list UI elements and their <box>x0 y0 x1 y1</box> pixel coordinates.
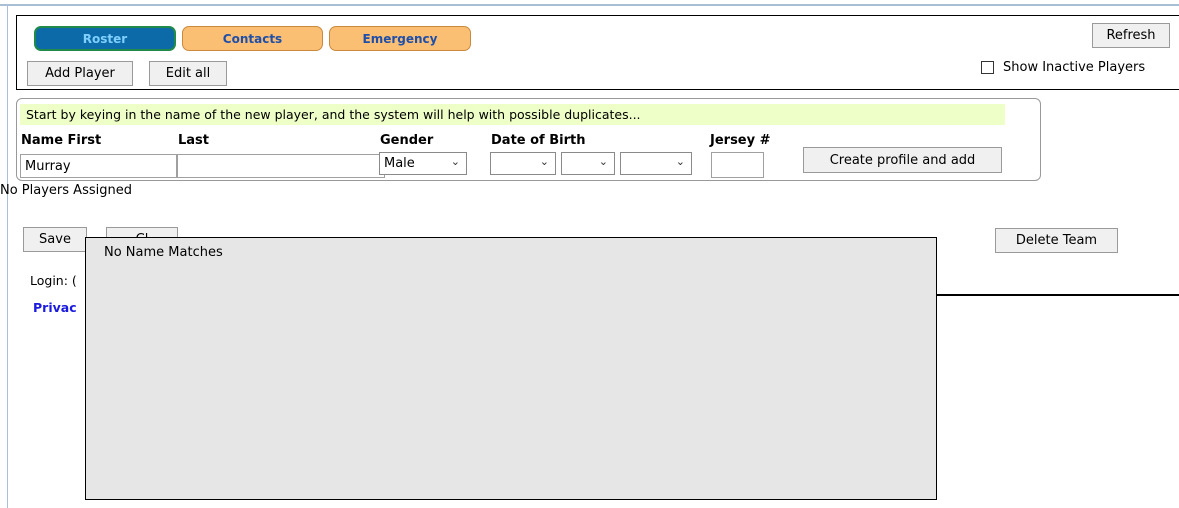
label-gender: Gender <box>380 133 434 148</box>
left-border <box>7 4 8 508</box>
login-info: Login: ( <box>30 273 77 288</box>
dob-year-select[interactable]: ⌄ <box>620 152 692 175</box>
tab-roster[interactable]: Roster <box>34 26 176 51</box>
name-match-popup: No Name Matches <box>85 237 937 500</box>
top-border <box>0 4 1179 6</box>
label-name-first: Name First <box>21 133 102 148</box>
no-players-message: No Players Assigned <box>0 183 132 198</box>
delete-team-button[interactable]: Delete Team <box>995 228 1118 253</box>
chevron-down-icon: ⌄ <box>675 155 685 168</box>
show-inactive-label: Show Inactive Players <box>1003 60 1146 75</box>
chevron-down-icon: ⌄ <box>539 155 549 168</box>
label-date-of-birth: Date of Birth <box>491 133 586 148</box>
popup-message: No Name Matches <box>104 245 223 260</box>
gender-value: Male <box>384 156 415 171</box>
show-inactive-checkbox[interactable] <box>981 61 994 74</box>
chevron-down-icon: ⌄ <box>598 155 608 168</box>
last-name-input[interactable] <box>177 154 385 178</box>
first-name-input[interactable]: Murray <box>20 154 177 178</box>
gender-select[interactable]: Male ⌄ <box>379 152 467 175</box>
save-button[interactable]: Save <box>23 227 87 252</box>
label-jersey: Jersey # <box>710 133 771 148</box>
footer-divider <box>937 294 1179 296</box>
dob-day-select[interactable]: ⌄ <box>561 152 615 175</box>
edit-all-button[interactable]: Edit all <box>149 61 227 86</box>
tab-emergency[interactable]: Emergency <box>329 26 471 51</box>
label-last: Last <box>178 133 210 148</box>
create-profile-button[interactable]: Create profile and add <box>803 147 1002 173</box>
dob-month-select[interactable]: ⌄ <box>490 152 556 175</box>
jersey-input[interactable] <box>711 152 764 178</box>
tab-contacts[interactable]: Contacts <box>182 26 323 51</box>
refresh-button[interactable]: Refresh <box>1092 23 1170 48</box>
chevron-down-icon: ⌄ <box>450 155 460 168</box>
form-hint: Start by keying in the name of the new p… <box>20 104 1005 125</box>
add-player-button[interactable]: Add Player <box>27 61 133 86</box>
privacy-link[interactable]: Privac <box>33 300 77 315</box>
